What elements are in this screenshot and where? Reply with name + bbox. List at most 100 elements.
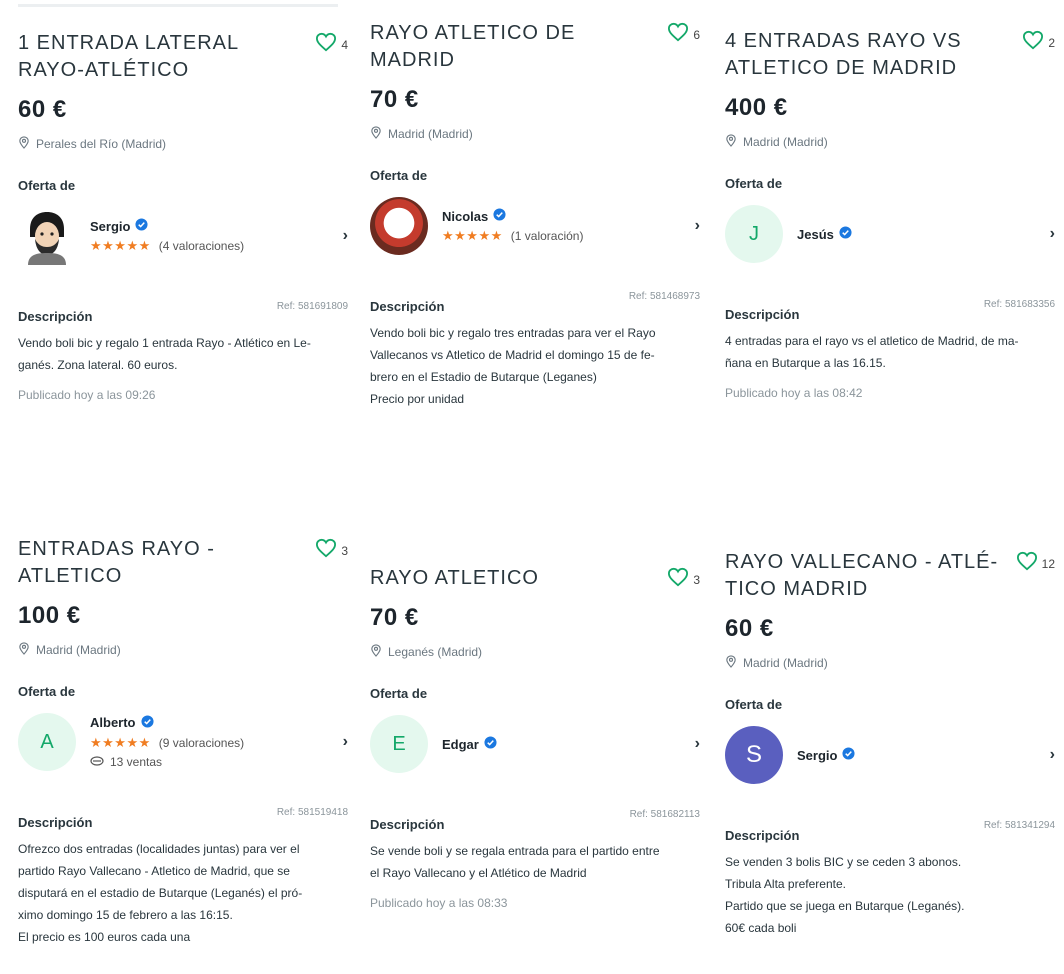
avatar[interactable] (18, 207, 76, 265)
avatar-letter: E (392, 732, 406, 755)
listing-location: Madrid (Madrid) (725, 655, 1055, 671)
seller-row[interactable]: Nicolas ★★★★★ (1 valoración) › (370, 195, 700, 257)
listing-title[interactable]: RAYO ATLETICO (370, 565, 539, 592)
listing-card[interactable]: 1 ENTRADA LATERAL RAYO-ATLÉTICO 4 60 € Pera… (18, 30, 348, 402)
listing-location: Leganés (Madrid) (370, 644, 700, 660)
avatar[interactable]: A (18, 713, 76, 771)
rating-stars: ★★★★★ (90, 238, 151, 253)
offer-label: Oferta de (725, 176, 783, 191)
listing-title[interactable]: 4 ENTRADAS RAYO VS ATLETICO DE MADRID (725, 28, 1015, 82)
seller-row[interactable]: A Alberto ★★★★★ (9 valoraciones) 13 ventas › (18, 711, 348, 773)
sales-count: 13 ventas (110, 755, 163, 769)
heart-outline-icon[interactable] (1022, 30, 1044, 55)
chevron-right-icon[interactable]: › (695, 735, 700, 753)
published-time: Publicado hoy a las 09:26 (18, 388, 156, 402)
rating-stars: ★★★★★ (442, 228, 503, 243)
seller-row[interactable]: Sergio ★★★★★ (4 valoraciones) › (18, 205, 348, 267)
rating-count: (9 valoraciones) (158, 735, 245, 750)
listing-location: Perales del Río (Madrid) (18, 136, 348, 152)
description-text: Se vende boli y se regala entrada para e… (370, 844, 660, 880)
chevron-right-icon[interactable]: › (1050, 746, 1055, 764)
listing-card[interactable]: RAYO ATLETICO DE MADRID 6 70 € Madrid (Madr… (370, 20, 700, 410)
chevron-right-icon[interactable]: › (343, 733, 348, 751)
seller-name[interactable]: Edgar (442, 737, 479, 752)
avatar[interactable]: E (370, 715, 428, 773)
listing-ref: Ref: 581468973 (628, 291, 700, 302)
rating-count: (1 valoración) (510, 229, 584, 243)
heart-outline-icon[interactable] (315, 538, 337, 563)
offer-label: Oferta de (725, 697, 783, 712)
favorite-button[interactable]: 3 (315, 538, 348, 563)
favorite-count: 4 (341, 37, 348, 52)
avatar-letter: J (749, 222, 759, 245)
listing-ref: Ref: 581683356 (983, 299, 1055, 310)
seller-name[interactable]: Sergio (90, 219, 130, 234)
listing-card[interactable]: ENTRADAS RAYO - ATLETICO 3 100 € Madrid (Ma… (18, 536, 348, 948)
offer-label: Oferta de (18, 178, 76, 193)
description-text: Vendo boli bic y regalo 1 entrada Rayo -… (18, 336, 311, 372)
listing-card[interactable]: RAYO VALLECANO - ATLÉ-TICO MADRID 12 60 € M… (725, 549, 1055, 939)
location-text: Leganés (Madrid) (388, 645, 483, 659)
listing-ref: Ref: 581341294 (983, 820, 1055, 831)
location-pin-icon (725, 655, 737, 671)
seller-row[interactable]: J Jesús › (725, 203, 1055, 265)
avatar[interactable]: S (725, 726, 783, 784)
avatar-letter: S (745, 741, 762, 768)
favorite-count: 6 (693, 27, 700, 42)
rating-stars: ★★★★★ (90, 734, 151, 750)
heart-outline-icon[interactable] (667, 22, 689, 47)
description-label: Descripción (18, 309, 93, 324)
heart-outline-icon[interactable] (315, 32, 337, 57)
description-text: Se venden 3 bolis BIC y se ceden 3 abono… (725, 855, 965, 935)
seller-row[interactable]: E Edgar › (370, 713, 700, 775)
heart-outline-icon[interactable] (1016, 551, 1038, 576)
verified-badge-icon (135, 218, 149, 234)
favorite-button[interactable]: 6 (667, 22, 700, 47)
location-text: Perales del Río (Madrid) (36, 137, 167, 151)
description-label: Descripción (725, 828, 800, 843)
seller-rating: ★★★★★ (9 valoraciones) (90, 735, 244, 751)
seller-name[interactable]: Sergio (797, 748, 837, 763)
listing-card[interactable]: RAYO ATLETICO 3 70 € Leganés (Madrid) Oferta… (370, 565, 700, 910)
offer-label: Oferta de (370, 686, 428, 701)
listing-title[interactable]: RAYO ATLETICO DE MADRID (370, 20, 660, 74)
favorite-count: 3 (341, 543, 348, 558)
top-divider (18, 4, 338, 7)
listing-price: 70 € (370, 86, 419, 113)
offer-label: Oferta de (18, 684, 76, 699)
listing-ref: Ref: 581682113 (629, 809, 700, 820)
seller-row[interactable]: S Sergio › (725, 724, 1055, 786)
avatar[interactable] (370, 197, 428, 255)
chevron-right-icon[interactable]: › (343, 227, 348, 245)
favorite-button[interactable]: 3 (667, 567, 700, 592)
location-pin-icon (370, 644, 382, 660)
favorite-button[interactable]: 2 (1022, 30, 1055, 55)
heart-outline-icon[interactable] (667, 567, 689, 592)
avatar[interactable]: J (725, 205, 783, 263)
verified-badge-icon (493, 208, 506, 224)
chevron-right-icon[interactable]: › (1050, 225, 1055, 243)
favorite-button[interactable]: 12 (1016, 551, 1055, 576)
rating-count: (4 valoraciones) (158, 239, 245, 253)
seller-sales: 13 ventas (90, 755, 244, 770)
seller-name[interactable]: Nicolas (442, 209, 488, 224)
listing-price: 60 € (18, 96, 67, 123)
description-text: Vendo boli bic y regalo tres entradas pa… (370, 326, 656, 406)
published-time: Publicado hoy a las 08:42 (725, 386, 863, 400)
favorite-count: 12 (1041, 556, 1055, 571)
handshake-icon (90, 755, 104, 770)
description-label: Descripción (18, 815, 93, 830)
listing-title[interactable]: ENTRADAS RAYO - ATLETICO (18, 536, 308, 590)
listing-price: 100 € (18, 602, 81, 629)
seller-name[interactable]: Jesús (797, 227, 834, 242)
chevron-right-icon[interactable]: › (695, 217, 700, 235)
listing-card[interactable]: 4 ENTRADAS RAYO VS ATLETICO DE MADRID 2 40… (725, 28, 1055, 400)
favorite-button[interactable]: 4 (315, 32, 348, 57)
listing-title[interactable]: RAYO VALLECANO - ATLÉ-TICO MADRID (725, 549, 1015, 603)
location-pin-icon (18, 136, 30, 152)
listing-title[interactable]: 1 ENTRADA LATERAL RAYO-ATLÉTICO (18, 30, 308, 84)
seller-name[interactable]: Alberto (90, 715, 136, 730)
location-text: Madrid (Madrid) (743, 656, 828, 670)
seller-rating: ★★★★★ (4 valoraciones) (90, 238, 244, 254)
listing-price: 400 € (725, 94, 788, 121)
